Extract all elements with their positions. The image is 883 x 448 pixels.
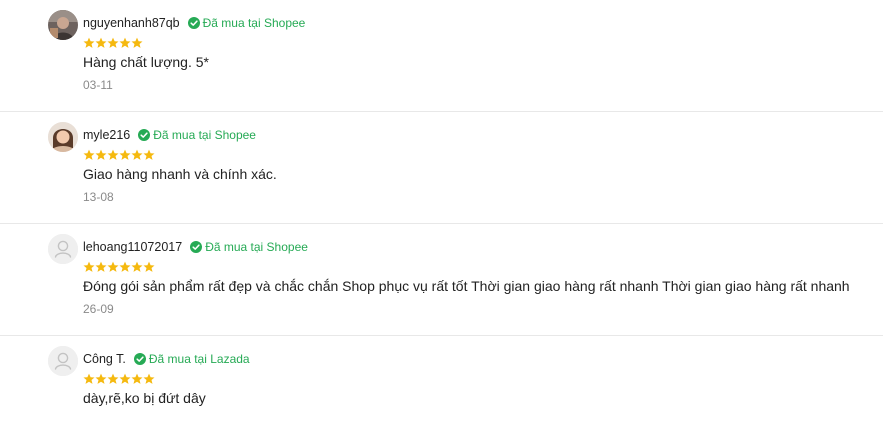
review-header: lehoang11072017 Đã mua tại Shopee	[83, 238, 308, 256]
username[interactable]: myle216	[83, 128, 130, 142]
star-icon	[131, 373, 143, 384]
star-icon	[107, 37, 119, 48]
review-item: lehoang11072017 Đã mua tại Shopee Đóng g…	[0, 224, 883, 336]
star-icon	[131, 37, 143, 48]
verified-label: Đã mua tại Shopee	[202, 16, 306, 30]
avatar[interactable]	[48, 10, 78, 40]
user-photo-icon	[48, 10, 78, 40]
review-item: Công T. Đã mua tại Lazada dày,rẽ,ko bị đ…	[0, 336, 883, 448]
star-icon	[131, 149, 143, 160]
review-item: myle216 Đã mua tại Shopee Giao hàng nhan…	[0, 112, 883, 224]
star-icon	[119, 149, 131, 160]
review-comment: Giao hàng nhanh và chính xác.	[83, 166, 277, 182]
star-icon	[95, 373, 107, 384]
star-icon	[95, 261, 107, 272]
review-comment: Hàng chất lượng. 5*	[83, 54, 209, 70]
verified-badge: Đã mua tại Shopee	[187, 16, 306, 30]
star-icon	[95, 37, 107, 48]
star-icon	[83, 261, 95, 272]
check-circle-icon	[138, 129, 151, 141]
review-comment: Đóng gói sản phẩm rất đẹp và chắc chắn S…	[83, 278, 850, 294]
user-silhouette-icon	[48, 346, 78, 376]
review-item: nguyenhanh87qb Đã mua tại Shopee Hàng ch…	[0, 0, 883, 112]
review-date: 13-08	[83, 190, 114, 204]
review-list: nguyenhanh87qb Đã mua tại Shopee Hàng ch…	[0, 0, 883, 448]
star-icon	[143, 373, 155, 384]
check-circle-icon	[187, 17, 200, 29]
username[interactable]: nguyenhanh87qb	[83, 16, 180, 30]
star-icon	[107, 261, 119, 272]
review-header: nguyenhanh87qb Đã mua tại Shopee	[83, 14, 305, 32]
star-rating	[83, 149, 155, 161]
star-rating	[83, 37, 143, 49]
star-rating	[83, 261, 155, 273]
avatar[interactable]	[48, 346, 78, 376]
star-icon	[143, 261, 155, 272]
username[interactable]: Công T.	[83, 352, 126, 366]
star-icon	[119, 261, 131, 272]
check-circle-icon	[190, 241, 203, 253]
avatar[interactable]	[48, 234, 78, 264]
star-icon	[83, 149, 95, 160]
username[interactable]: lehoang11072017	[83, 240, 182, 254]
star-icon	[131, 261, 143, 272]
verified-badge: Đã mua tại Lazada	[133, 352, 250, 366]
verified-label: Đã mua tại Shopee	[205, 240, 308, 254]
review-header: Công T. Đã mua tại Lazada	[83, 350, 250, 368]
star-icon	[83, 37, 95, 48]
check-circle-icon	[133, 353, 146, 365]
star-icon	[143, 149, 155, 160]
user-silhouette-icon	[48, 234, 78, 264]
star-icon	[119, 37, 131, 48]
review-header: myle216 Đã mua tại Shopee	[83, 126, 256, 144]
review-comment: dày,rẽ,ko bị đứt dây	[83, 390, 206, 406]
review-date: 03-11	[83, 78, 113, 92]
verified-badge: Đã mua tại Shopee	[138, 128, 256, 142]
star-icon	[83, 373, 95, 384]
verified-label: Đã mua tại Lazada	[148, 352, 250, 366]
user-photo-icon	[48, 122, 78, 152]
review-date: 26-09	[83, 302, 114, 316]
star-icon	[95, 149, 107, 160]
verified-label: Đã mua tại Shopee	[153, 128, 256, 142]
star-icon	[119, 373, 131, 384]
avatar[interactable]	[48, 122, 78, 152]
verified-badge: Đã mua tại Shopee	[190, 240, 308, 254]
star-rating	[83, 373, 155, 385]
star-icon	[107, 373, 119, 384]
star-icon	[107, 149, 119, 160]
